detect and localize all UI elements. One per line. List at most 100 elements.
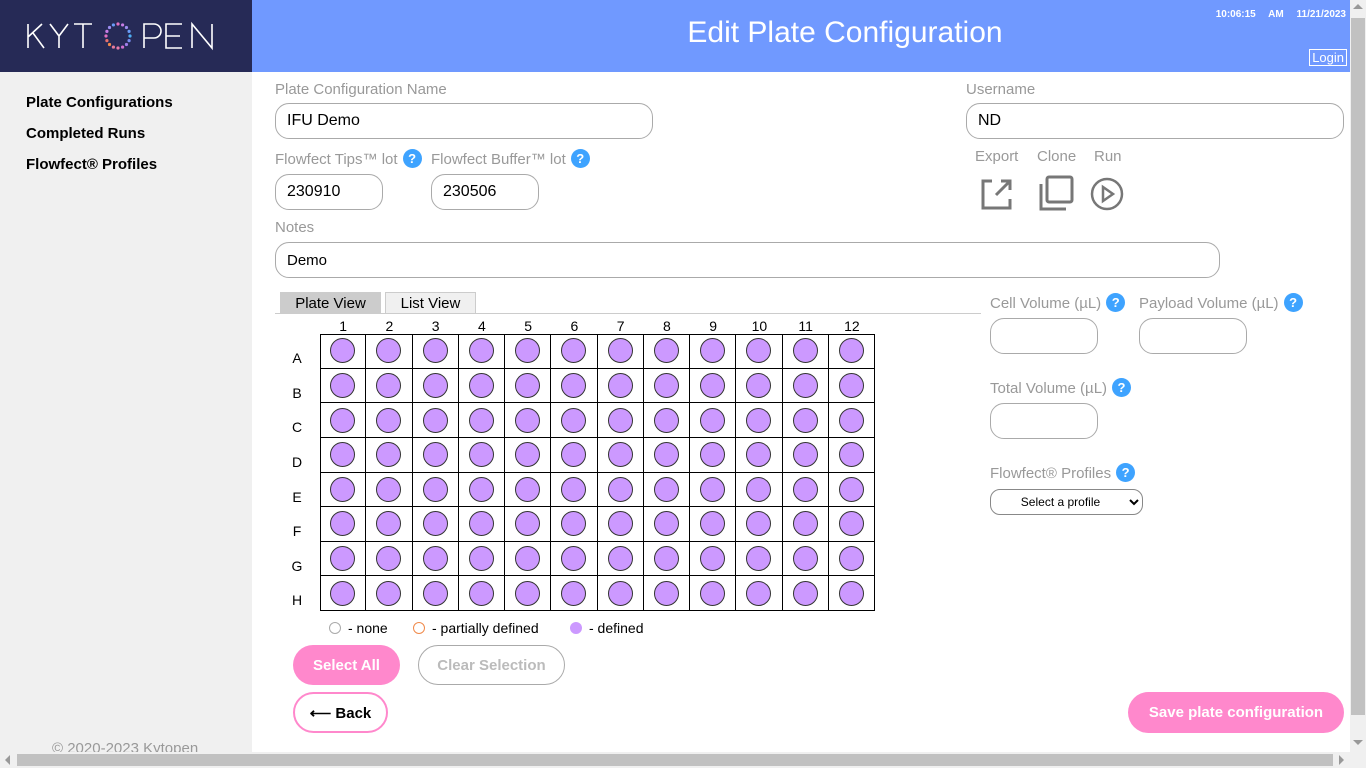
well-E11[interactable] — [782, 472, 829, 508]
well-H2[interactable] — [366, 576, 413, 611]
row-header[interactable]: A — [285, 350, 309, 366]
well-A11[interactable] — [782, 334, 829, 369]
row-header[interactable]: E — [285, 489, 309, 505]
well-C5[interactable] — [505, 403, 552, 438]
well-H7[interactable] — [598, 576, 644, 611]
help-icon[interactable]: ? — [402, 149, 422, 168]
column-header[interactable]: 3 — [413, 318, 459, 334]
well-H5[interactable] — [505, 576, 552, 611]
column-header[interactable]: 2 — [366, 318, 412, 334]
total-volume-input[interactable] — [990, 403, 1098, 439]
well-G11[interactable] — [782, 541, 829, 577]
scroll-up-icon[interactable] — [1353, 4, 1363, 9]
well-A1[interactable] — [320, 334, 367, 369]
well-D7[interactable] — [597, 437, 644, 473]
payload-volume-input[interactable] — [1139, 318, 1247, 354]
well-F8[interactable] — [643, 507, 690, 542]
well-C9[interactable] — [690, 403, 737, 438]
well-F1[interactable] — [320, 507, 367, 542]
well-G4[interactable] — [458, 541, 505, 577]
well-B5[interactable] — [505, 368, 552, 404]
well-F12[interactable] — [828, 507, 875, 542]
sidebar-item-plate-configurations[interactable]: Plate Configurations — [26, 94, 173, 111]
well-C6[interactable] — [551, 403, 598, 438]
clone-icon[interactable] — [1036, 174, 1076, 212]
column-header[interactable]: 4 — [459, 318, 505, 334]
well-G10[interactable] — [736, 541, 783, 577]
username-input[interactable]: ND — [966, 103, 1344, 139]
well-G9[interactable] — [690, 541, 737, 577]
column-header[interactable]: 6 — [551, 318, 597, 334]
well-D8[interactable] — [643, 437, 690, 473]
column-header[interactable]: 5 — [505, 318, 551, 334]
cell-volume-input[interactable] — [990, 318, 1098, 354]
well-D6[interactable] — [551, 437, 598, 473]
well-F3[interactable] — [412, 507, 459, 542]
well-A8[interactable] — [643, 334, 690, 369]
well-C2[interactable] — [366, 403, 413, 438]
well-A5[interactable] — [505, 334, 552, 369]
well-E4[interactable] — [458, 472, 505, 508]
select-all-button[interactable]: Select All — [293, 645, 400, 685]
column-header[interactable]: 12 — [829, 318, 875, 334]
well-C8[interactable] — [643, 403, 690, 438]
well-F7[interactable] — [597, 507, 644, 542]
well-D10[interactable] — [736, 437, 783, 473]
well-C12[interactable] — [828, 403, 875, 438]
well-H11[interactable] — [783, 576, 829, 611]
row-header[interactable]: D — [285, 454, 309, 470]
sidebar-item-flowfect-profiles[interactable]: Flowfect® Profiles — [26, 156, 157, 173]
tips-lot-input[interactable]: 230910 — [275, 174, 383, 210]
well-G3[interactable] — [412, 541, 459, 577]
well-D9[interactable] — [690, 437, 737, 473]
well-F10[interactable] — [736, 507, 783, 542]
clear-selection-button[interactable]: Clear Selection — [418, 645, 565, 685]
well-C1[interactable] — [320, 403, 367, 438]
well-A2[interactable] — [366, 334, 413, 369]
well-A10[interactable] — [736, 334, 783, 369]
well-H4[interactable] — [459, 576, 505, 611]
back-button[interactable]: ⟵ Back — [293, 692, 388, 733]
help-icon[interactable]: ? — [1283, 293, 1303, 312]
well-D1[interactable] — [320, 437, 367, 473]
well-C10[interactable] — [736, 403, 783, 438]
well-H1[interactable] — [320, 576, 367, 611]
help-icon[interactable]: ? — [1112, 378, 1132, 397]
well-A3[interactable] — [412, 334, 459, 369]
well-H3[interactable] — [413, 576, 459, 611]
help-icon[interactable]: ? — [570, 149, 590, 168]
well-D12[interactable] — [828, 438, 875, 473]
well-A12[interactable] — [828, 334, 875, 369]
well-D5[interactable] — [505, 437, 552, 473]
tab-list-view[interactable]: List View — [385, 292, 476, 314]
well-B10[interactable] — [736, 368, 783, 404]
well-E12[interactable] — [828, 473, 875, 508]
well-E9[interactable] — [690, 472, 737, 508]
tab-plate-view[interactable]: Plate View — [280, 292, 381, 314]
scroll-down-icon[interactable] — [1353, 740, 1363, 745]
well-F9[interactable] — [690, 507, 737, 542]
well-D3[interactable] — [412, 437, 459, 473]
well-H6[interactable] — [551, 576, 598, 611]
well-C4[interactable] — [458, 403, 505, 438]
row-header[interactable]: B — [285, 385, 309, 401]
buffer-lot-input[interactable]: 230506 — [431, 174, 539, 210]
well-E3[interactable] — [412, 472, 459, 508]
well-D11[interactable] — [782, 437, 829, 473]
well-C3[interactable] — [412, 403, 459, 438]
well-G12[interactable] — [828, 542, 875, 577]
well-F11[interactable] — [782, 507, 829, 542]
help-icon[interactable]: ? — [1106, 293, 1126, 312]
well-G1[interactable] — [320, 541, 367, 577]
well-G2[interactable] — [366, 541, 413, 577]
login-button[interactable]: Login — [1309, 49, 1347, 66]
well-F6[interactable] — [551, 507, 598, 542]
column-header[interactable]: 10 — [736, 318, 782, 334]
well-E10[interactable] — [736, 472, 783, 508]
well-F4[interactable] — [458, 507, 505, 542]
sidebar-item-completed-runs[interactable]: Completed Runs — [26, 125, 145, 142]
well-E5[interactable] — [505, 472, 552, 508]
well-G7[interactable] — [597, 541, 644, 577]
column-header[interactable]: 11 — [783, 318, 829, 334]
well-E8[interactable] — [643, 472, 690, 508]
